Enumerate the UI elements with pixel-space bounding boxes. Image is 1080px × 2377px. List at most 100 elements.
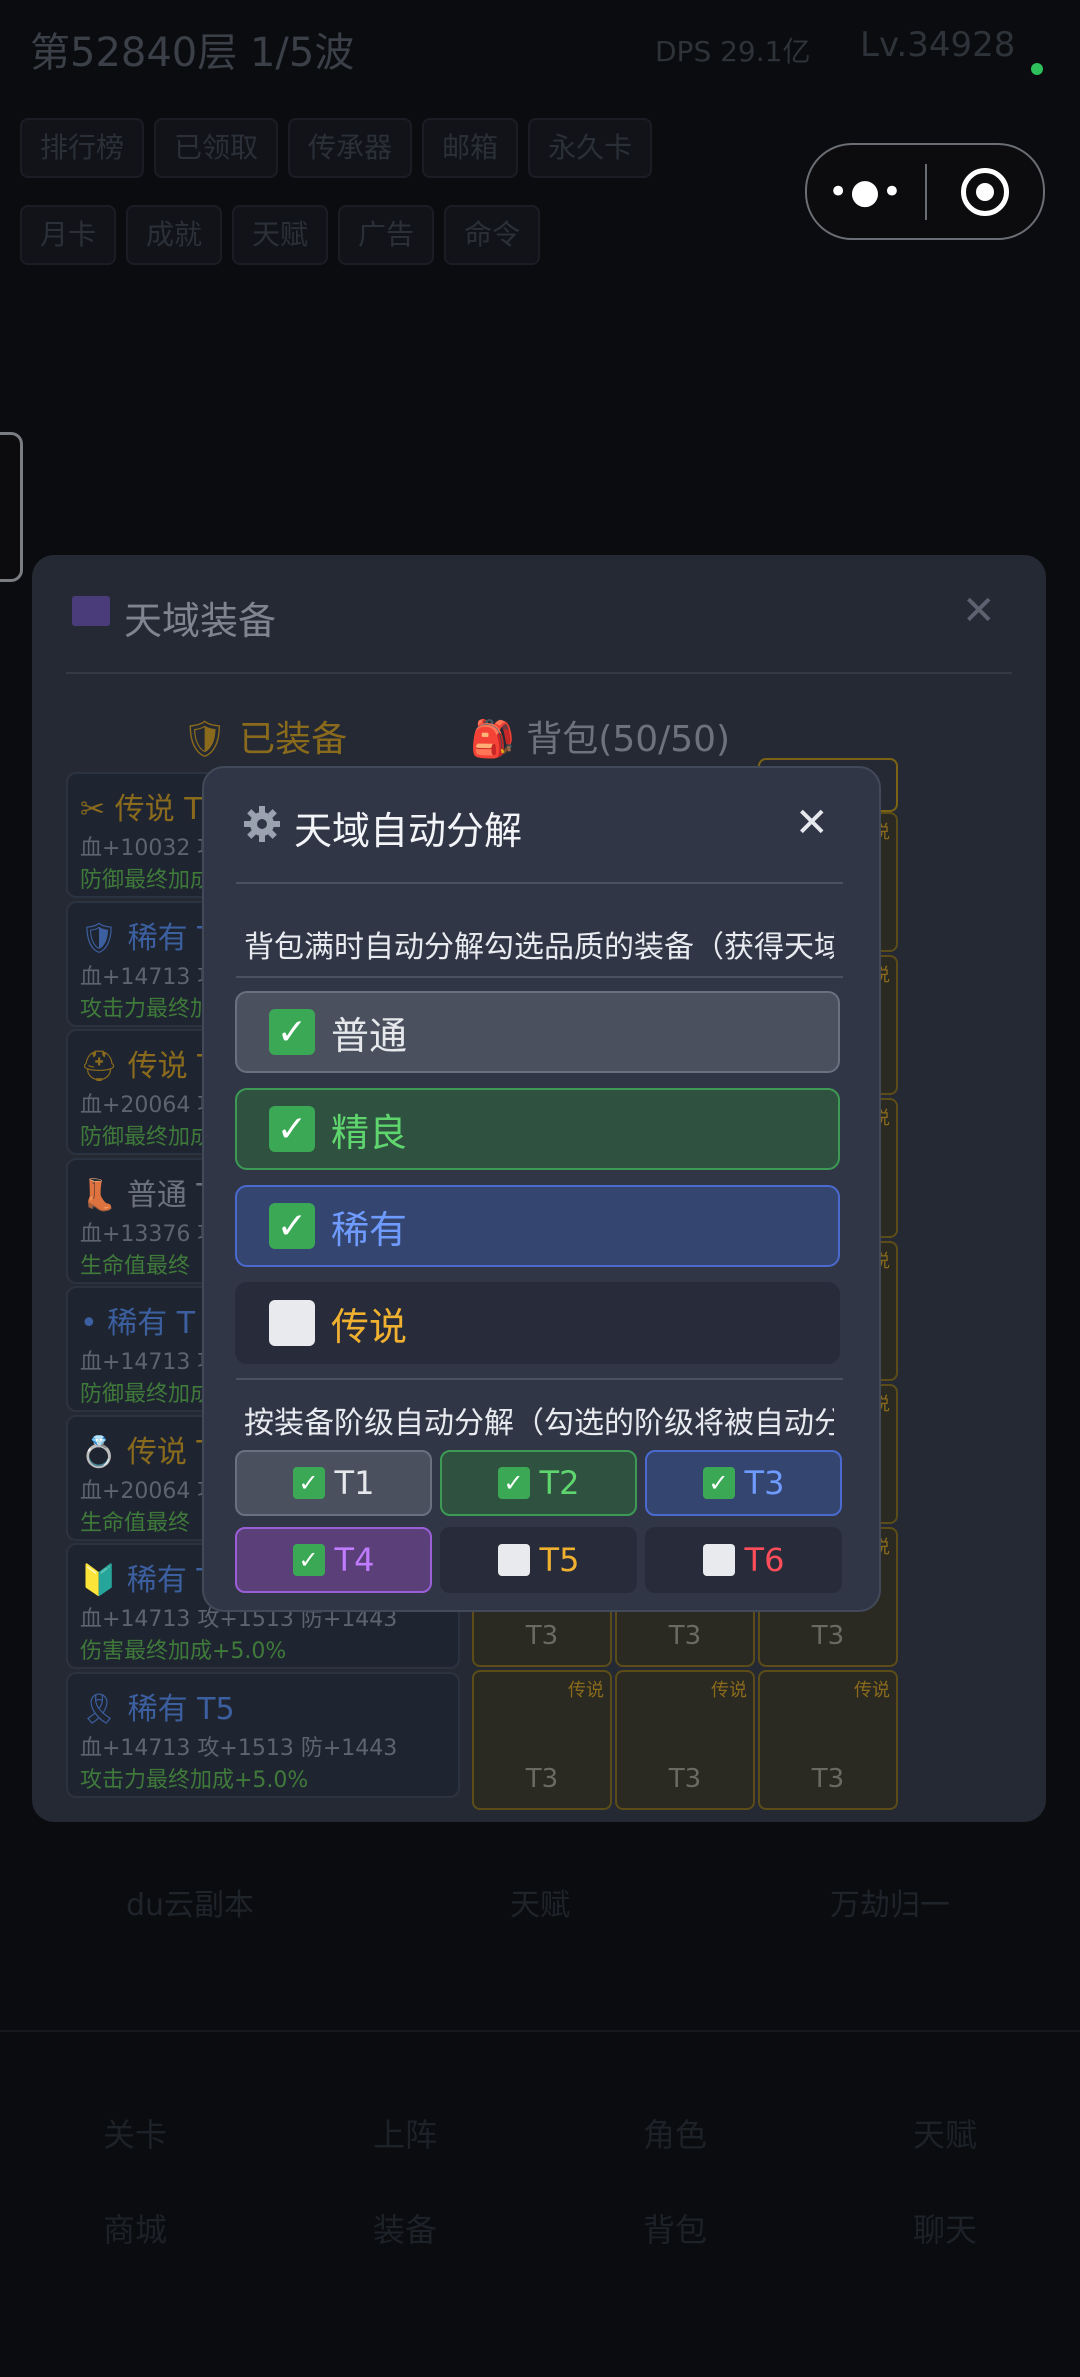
tier-label: T6 bbox=[744, 1541, 785, 1579]
bg-function-button: 已领取 bbox=[154, 118, 279, 178]
tier-label: T3 bbox=[525, 1621, 559, 1651]
tier-label: T2 bbox=[539, 1464, 580, 1502]
equipment-name: 🔰 稀有 T bbox=[80, 1563, 215, 1598]
quality-label: 稀有 bbox=[331, 1207, 408, 1252]
tier-label: T3 bbox=[811, 1764, 845, 1794]
equipment-stats: 血+20064 攻 bbox=[80, 1478, 220, 1504]
bg-bottom-item: 关卡 bbox=[102, 2116, 167, 2154]
equipment-bonus: 生命值最终 bbox=[80, 1510, 191, 1536]
equipment-stats: 血+10032 攻 bbox=[80, 836, 220, 861]
tier-label: T3 bbox=[668, 1621, 702, 1651]
equipment-stats: 血+14713 攻 bbox=[80, 964, 220, 990]
equipment-name: 💍 传说 T bbox=[80, 1434, 215, 1470]
equipment-bonus: 防御最终加成 bbox=[80, 868, 213, 893]
tier-option[interactable]: ✓ T3 bbox=[645, 1450, 842, 1516]
bg-function-row-1: 排行榜 已领取 传承器 邮箱 永久卡 bbox=[20, 118, 653, 178]
equipment-name: 👢 普通 T bbox=[80, 1177, 215, 1213]
equipment-name: 🛡 稀有 T bbox=[80, 920, 216, 956]
equipment-name: 🎗 稀有 T5 bbox=[80, 1691, 235, 1727]
quality-label: 传说 bbox=[331, 1304, 408, 1349]
equipment-bonus: 生命值最终 bbox=[80, 1253, 191, 1279]
bg-function-button: 命令 bbox=[444, 205, 541, 265]
bg-function-button: 广告 bbox=[338, 205, 435, 265]
level-text: Lv.34928 bbox=[860, 25, 1016, 65]
equipment-bonus: 攻击力最终加成+5.0% bbox=[80, 1767, 309, 1793]
section-divider bbox=[236, 1378, 843, 1380]
tab-backpack[interactable]: 🎒 背包(50/50) bbox=[470, 710, 730, 762]
quality-option[interactable]: ✓ 稀有 bbox=[235, 1185, 840, 1267]
equipment-stats: 血+20064 攻 bbox=[80, 1093, 220, 1118]
backpack-slot[interactable]: 传说 T3 bbox=[758, 1670, 898, 1810]
quality-label: 普通 bbox=[331, 1013, 408, 1058]
checkbox[interactable]: ✓ bbox=[269, 1009, 315, 1055]
equipment-bonus: 伤害最终加成+5.0% bbox=[80, 1639, 287, 1664]
bg-function-button: 传承器 bbox=[288, 118, 413, 178]
rarity-tag: 传说 bbox=[711, 1680, 747, 1701]
tier-label: T3 bbox=[525, 1764, 559, 1794]
backpack-slot[interactable]: 传说 T3 bbox=[472, 1670, 612, 1810]
equipment-stats: 血+14713 攻 bbox=[80, 1350, 220, 1375]
equipment-card[interactable]: 🎗 稀有 T5 血+14713 攻+1513 防+1443 攻击力最终加成+5.0% bbox=[66, 1671, 460, 1798]
tier-option[interactable]: ✓ T2 bbox=[440, 1450, 637, 1516]
equipment-name: ✂ 传说 T bbox=[80, 792, 203, 827]
equipment-name: • 稀有 T bbox=[80, 1306, 196, 1341]
close-miniprogram-button[interactable] bbox=[927, 167, 1043, 216]
tier-option[interactable]: ✓ T4 bbox=[235, 1527, 432, 1593]
checkbox[interactable]: ✓ bbox=[269, 1106, 315, 1152]
bg-function-button: 排行榜 bbox=[20, 118, 145, 178]
tier-label: T5 bbox=[539, 1541, 580, 1579]
panel-title: 天域装备 bbox=[124, 599, 277, 643]
dialog-close-button[interactable]: ✕ bbox=[795, 800, 829, 846]
checkbox[interactable]: ✓ bbox=[269, 1203, 315, 1249]
equipment-bonus: 防御最终加成 bbox=[80, 1382, 213, 1407]
tier-label: T1 bbox=[334, 1464, 375, 1502]
dps-text: DPS 29.1亿 bbox=[655, 35, 811, 68]
equipment-stats: 血+14713 攻+1513 防+1443 bbox=[80, 1735, 398, 1761]
side-drawer-handle[interactable] bbox=[0, 432, 23, 582]
bg-function-button: 天赋 bbox=[232, 205, 329, 265]
checkbox[interactable] bbox=[269, 1300, 315, 1346]
tier-row-2: ✓ T4 T5 T6 bbox=[235, 1527, 842, 1593]
equipment-name: ⛑ 传说 T bbox=[80, 1049, 216, 1084]
dialog-title: 天域自动分解 bbox=[294, 809, 523, 853]
equipment-stats: 血+13376 攻 bbox=[80, 1221, 220, 1247]
bg-bottom-item: 角色 bbox=[642, 2116, 707, 2154]
online-status-dot bbox=[1031, 63, 1043, 75]
bg-bottom-item: 天赋 bbox=[912, 2116, 977, 2154]
checkbox[interactable]: ✓ bbox=[702, 1467, 735, 1499]
quality-option[interactable]: ✓ 精良 bbox=[235, 1088, 840, 1170]
more-menu-button[interactable]: •●• bbox=[807, 172, 925, 212]
checkbox[interactable]: ✓ bbox=[497, 1467, 530, 1499]
tier-option[interactable]: ✓ T1 bbox=[235, 1450, 432, 1516]
quality-option[interactable]: ✓ 普通 bbox=[235, 991, 840, 1073]
rarity-tag: 传说 bbox=[854, 1680, 890, 1701]
floor-wave-text: 第52840层 1/5波 bbox=[30, 30, 355, 76]
gear-icon bbox=[244, 806, 280, 842]
checkbox[interactable] bbox=[702, 1544, 735, 1576]
bg-bottom-item: 装备 bbox=[372, 2211, 437, 2249]
backpack-slot[interactable]: 传说 T3 bbox=[615, 1670, 755, 1810]
checkbox[interactable] bbox=[497, 1544, 530, 1576]
quality-option[interactable]: 传说 bbox=[235, 1282, 840, 1364]
dialog-divider bbox=[236, 882, 843, 884]
bg-function-button: 成就 bbox=[126, 205, 223, 265]
bg-bottom-btn-3: 万劫归一 bbox=[830, 1888, 950, 1923]
tier-label: T3 bbox=[811, 1621, 845, 1651]
tier-option[interactable]: T5 bbox=[440, 1527, 637, 1593]
checkbox[interactable]: ✓ bbox=[292, 1544, 325, 1576]
bg-bottom-item: 聊天 bbox=[912, 2211, 977, 2249]
quality-label: 精良 bbox=[331, 1110, 408, 1155]
equipment-bonus: 防御最终加成 bbox=[80, 1125, 213, 1150]
bg-bottom-item: 背包 bbox=[642, 2211, 707, 2249]
tab-equipped[interactable]: 🛡 已装备 bbox=[182, 710, 347, 762]
equipment-bonus: 攻击力最终加 bbox=[80, 996, 213, 1022]
checkbox[interactable]: ✓ bbox=[292, 1467, 325, 1499]
tier-option[interactable]: T6 bbox=[645, 1527, 842, 1593]
bg-bottom-item: 上阵 bbox=[372, 2116, 437, 2154]
quality-description: 背包满时自动分解勾选品质的装备（获得天域 bbox=[244, 930, 834, 965]
bg-bottom-btn-1: du云副本 bbox=[125, 1888, 255, 1923]
tier-label: T4 bbox=[334, 1541, 375, 1579]
description-underline bbox=[236, 976, 843, 978]
panel-close-button[interactable]: ✕ bbox=[962, 588, 996, 634]
tier-label: T3 bbox=[744, 1464, 785, 1502]
